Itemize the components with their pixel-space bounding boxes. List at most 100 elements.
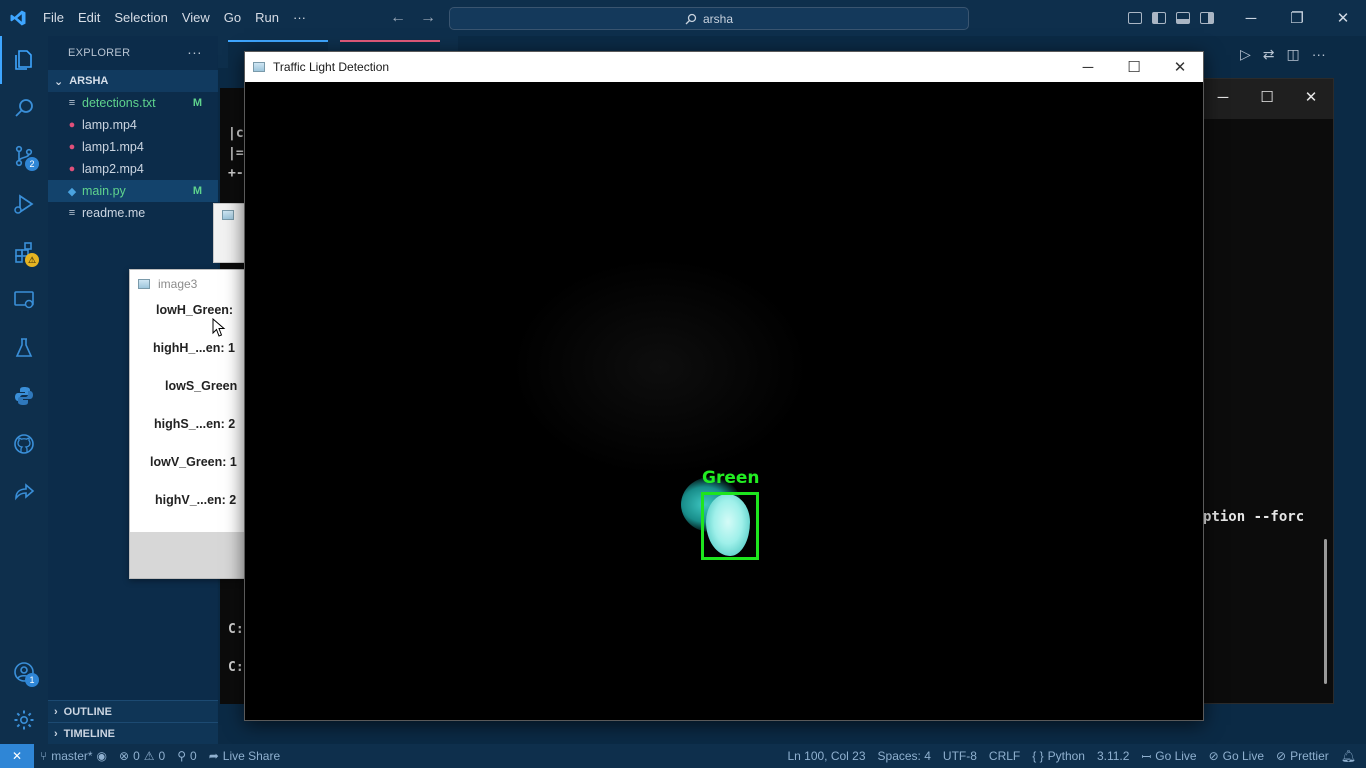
file-git-status: M xyxy=(192,97,202,109)
chevron-right-icon: › xyxy=(54,727,58,740)
live-share-icon: ➦ xyxy=(208,749,219,763)
close-icon[interactable]: ✕ xyxy=(1289,79,1333,115)
status-bar: ✕ ⑂ master* ◉ ⊗ 0 ⚠ 0 ⚲ 0 ➦ Live Share L… xyxy=(0,744,1366,768)
cursor-position[interactable]: Ln 100, Col 23 xyxy=(781,749,871,763)
encoding[interactable]: UTF-8 xyxy=(937,749,983,763)
command-center-search[interactable]: arsha xyxy=(449,7,969,30)
image3-image-area xyxy=(130,532,244,578)
line-endings[interactable]: CRLF xyxy=(983,749,1026,763)
restore-icon[interactable]: ❐ xyxy=(1274,0,1320,36)
remote-explorer-icon[interactable] xyxy=(0,276,48,324)
github-icon[interactable] xyxy=(0,420,48,468)
traffic-light-detection-window[interactable]: Traffic Light Detection ─ ☐ ✕ Green xyxy=(244,51,1204,721)
layout-controls xyxy=(1128,0,1214,36)
live-share-icon[interactable] xyxy=(0,468,48,516)
live-share-label: Live Share xyxy=(222,749,281,763)
python-icon[interactable] xyxy=(0,372,48,420)
remote-indicator-icon[interactable]: ✕ xyxy=(0,744,34,768)
menu-edit[interactable]: Edit xyxy=(71,0,107,36)
folder-header-arsha[interactable]: ⌄ ARSHA xyxy=(48,70,218,92)
outline-section[interactable]: › OUTLINE xyxy=(48,700,218,722)
language-label: Python xyxy=(1047,749,1085,763)
command-center-text: arsha xyxy=(702,11,734,26)
explorer-more-actions-icon[interactable]: ··· xyxy=(187,44,202,60)
dim-background-shape xyxy=(510,257,810,477)
file-item[interactable]: ◆ main.py M xyxy=(48,180,218,202)
back-arrow-icon[interactable]: ← xyxy=(390,9,406,27)
search-icon[interactable] xyxy=(0,84,48,132)
close-icon[interactable]: ✕ xyxy=(1157,52,1203,82)
window-app-icon xyxy=(222,210,234,220)
menu-view[interactable]: View xyxy=(175,0,217,36)
extensions-icon[interactable]: ⚠ xyxy=(0,228,48,276)
more-actions-icon[interactable]: ··· xyxy=(1312,46,1326,62)
branch-indicator[interactable]: ⑂ master* ◉ xyxy=(34,749,113,763)
live-share-button[interactable]: ➦ Live Share xyxy=(203,749,286,763)
timeline-section[interactable]: › TIMELINE xyxy=(48,722,218,744)
run-file-icon[interactable]: ▷ xyxy=(1240,46,1251,63)
menu-selection[interactable]: Selection xyxy=(107,0,174,36)
menu-more[interactable]: ··· xyxy=(286,0,313,36)
go-live-button-2[interactable]: ⊘ Go Live xyxy=(1203,749,1270,763)
file-item[interactable]: ≡ readme.me xyxy=(48,202,218,224)
detection-window-title: Traffic Light Detection xyxy=(273,60,390,74)
problems-indicator[interactable]: ⊗ 0 ⚠ 0 xyxy=(113,749,171,763)
menu-run[interactable]: Run xyxy=(248,0,286,36)
toggle-secondary-sidebar-icon[interactable] xyxy=(1200,12,1214,24)
sync-icon: ◉ xyxy=(96,749,108,763)
go-live-button-1[interactable]: ꟷ Go Live xyxy=(1135,748,1202,765)
terminal-scrollbar[interactable] xyxy=(1324,539,1327,684)
notifications-bell-icon[interactable]: 🔔︎ xyxy=(1335,749,1366,763)
file-item[interactable]: ≡ detections.txt M xyxy=(48,92,218,114)
split-editor-icon[interactable]: ◫ xyxy=(1287,46,1300,63)
close-icon[interactable]: ✕ xyxy=(1320,0,1366,36)
settings-gear-icon[interactable] xyxy=(0,696,48,744)
terminal-window[interactable]: ─ ☐ ✕ ption --forc xyxy=(1200,78,1334,704)
run-debug-icon[interactable] xyxy=(0,180,48,228)
minimize-icon[interactable]: ─ xyxy=(1201,79,1245,115)
image3-window[interactable]: image3 lowH_Green: highH_...en: 1 lowS_G… xyxy=(129,269,245,579)
maximize-icon[interactable]: ☐ xyxy=(1245,79,1289,115)
minimize-icon[interactable]: ─ xyxy=(1065,52,1111,82)
file-name: lamp.mp4 xyxy=(82,118,137,132)
file-item[interactable]: ● lamp.mp4 xyxy=(48,114,218,136)
python-version[interactable]: 3.11.2 xyxy=(1091,749,1135,763)
compare-changes-icon[interactable]: ⇄ xyxy=(1263,46,1275,63)
minimize-icon[interactable]: ─ xyxy=(1228,0,1274,36)
testing-flask-icon[interactable] xyxy=(0,324,48,372)
forward-arrow-icon[interactable]: → xyxy=(420,9,436,27)
timeline-label: TIMELINE xyxy=(63,727,116,740)
accounts-badge: 1 xyxy=(25,673,39,687)
toggle-panel-icon[interactable] xyxy=(1176,12,1190,24)
menu-go[interactable]: Go xyxy=(217,0,248,36)
file-item[interactable]: ● lamp1.mp4 xyxy=(48,136,218,158)
file-item[interactable]: ● lamp2.mp4 xyxy=(48,158,218,180)
toggle-primary-sidebar-icon[interactable] xyxy=(1152,12,1166,24)
window-app-icon xyxy=(138,279,150,289)
terminal-line: |= xyxy=(228,146,244,161)
menu-file[interactable]: File xyxy=(36,0,71,36)
source-control-badge: 2 xyxy=(25,157,39,171)
source-control-icon[interactable]: 2 xyxy=(0,132,48,180)
extensions-warning-badge: ⚠ xyxy=(25,253,39,267)
ports-indicator[interactable]: ⚲ 0 xyxy=(171,749,202,763)
maximize-icon[interactable]: ☐ xyxy=(1111,52,1157,82)
terminal-titlebar: ─ ☐ ✕ xyxy=(1201,79,1333,119)
hidden-window-fragment[interactable] xyxy=(213,203,245,263)
language-mode[interactable]: { } Python xyxy=(1026,749,1091,763)
indentation[interactable]: Spaces: 4 xyxy=(872,749,937,763)
file-git-status: M xyxy=(192,185,202,197)
braces-icon: { } xyxy=(1032,749,1044,763)
trackbar-highH-green-label: highH_...en: 1 xyxy=(153,341,235,355)
detection-label: Green xyxy=(702,468,760,488)
trackbar-lowS-green-label: lowS_Green xyxy=(165,379,238,393)
window-app-icon xyxy=(253,62,265,72)
broadcast-icon: ꟷ xyxy=(1141,749,1152,764)
file-type-icon: ● xyxy=(68,141,76,153)
prettier-button[interactable]: ⊘ Prettier xyxy=(1270,749,1335,763)
trackbar-highV-green-label: highV_...en: 2 xyxy=(155,493,237,507)
customize-layout-icon[interactable] xyxy=(1128,12,1142,24)
explorer-icon[interactable] xyxy=(0,36,48,84)
accounts-icon[interactable]: 1 xyxy=(0,648,48,696)
error-count: 0 xyxy=(133,749,140,763)
